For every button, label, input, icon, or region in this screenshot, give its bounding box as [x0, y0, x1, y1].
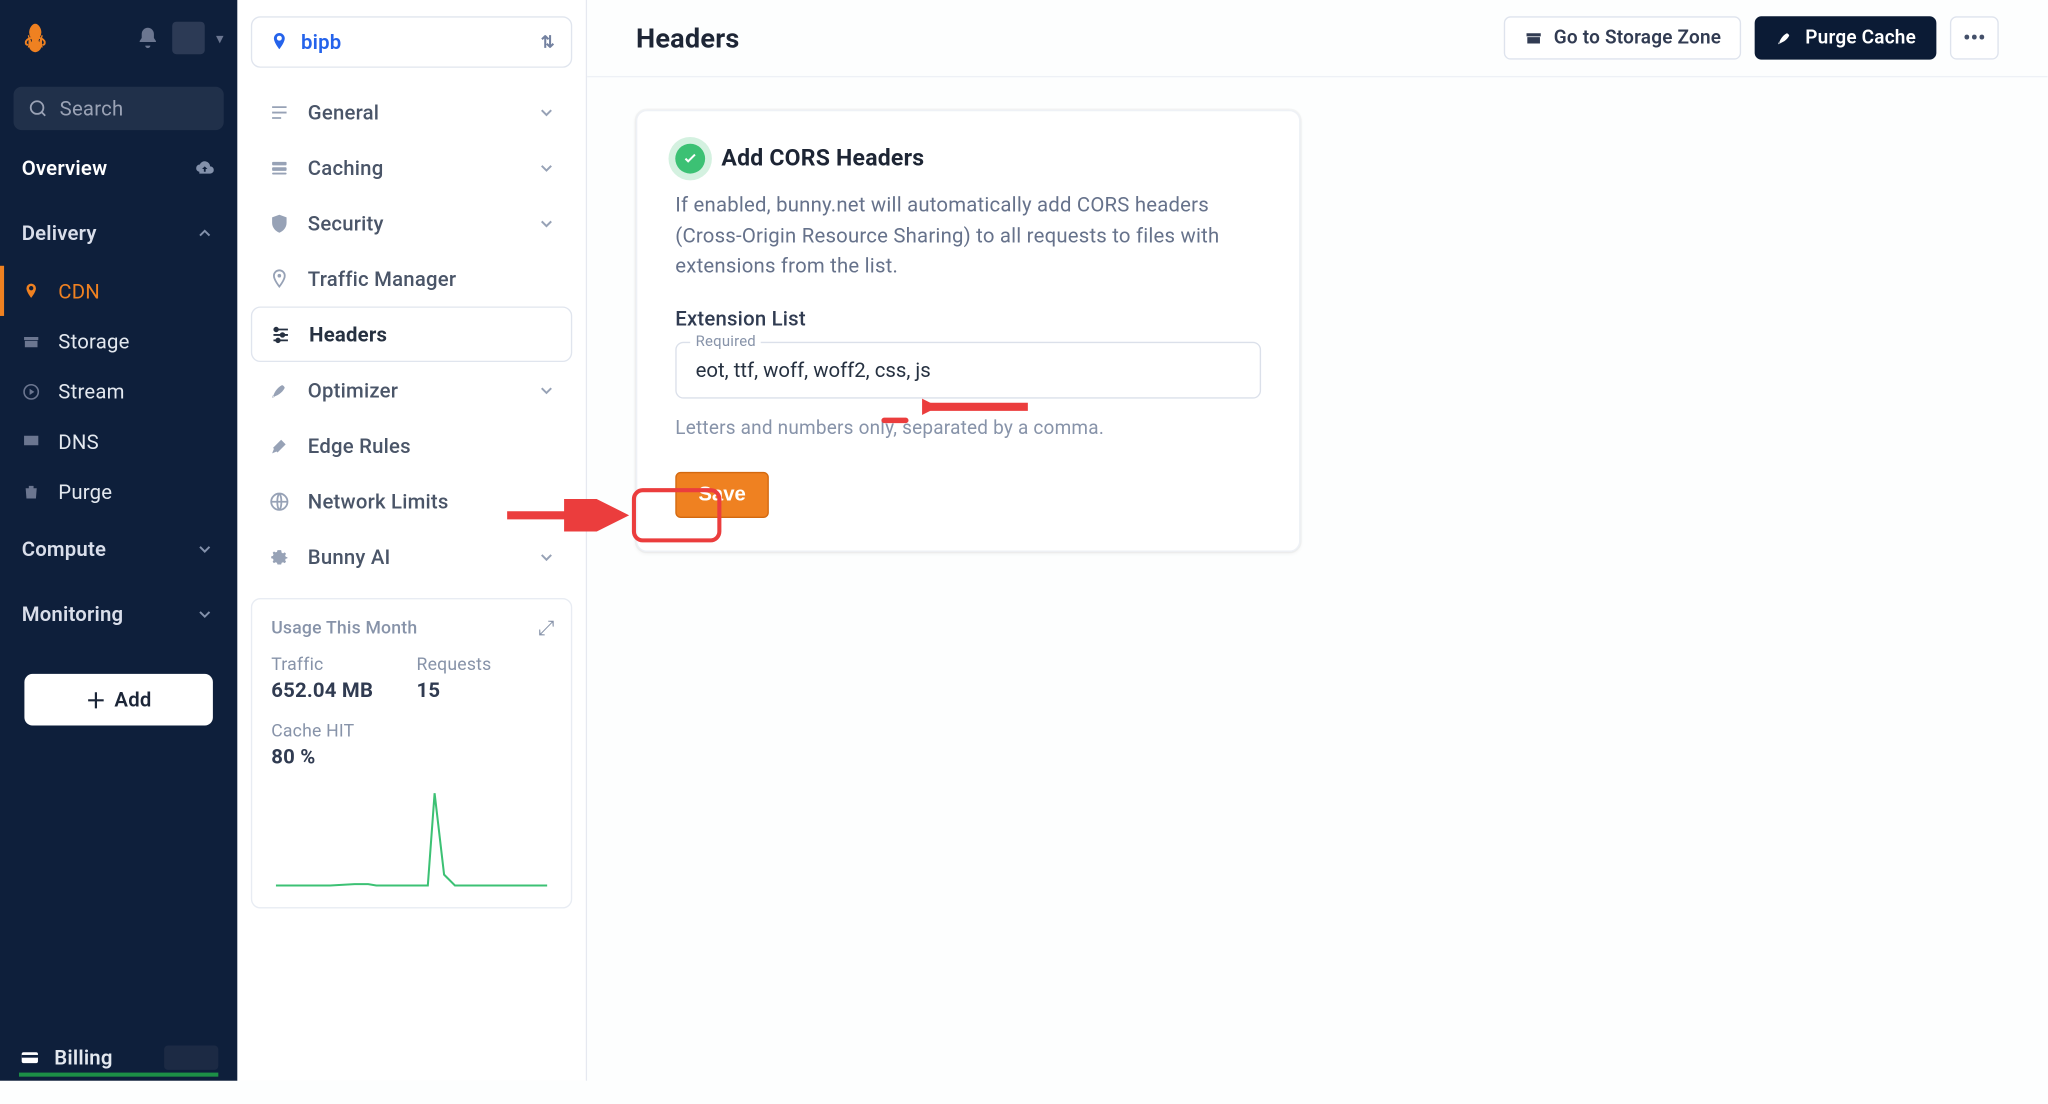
pin-outline-icon [267, 266, 291, 290]
more-menu-button[interactable]: ••• [1950, 16, 1999, 59]
avatar[interactable] [173, 22, 206, 55]
rocket-icon [1775, 28, 1794, 47]
updown-icon: ⇅ [541, 33, 555, 52]
pz-item-bunny-ai[interactable]: Bunny AI [251, 529, 572, 585]
usage-sparkline [271, 780, 552, 888]
gear-icon [267, 544, 291, 568]
usage-card: ⤢ Usage This Month Traffic 652.04 MB Req… [251, 598, 572, 909]
billing-meter [19, 1073, 218, 1077]
account-menu-chevron-icon[interactable]: ▾ [216, 29, 224, 47]
helper-text: Letters and numbers only, separated by a… [675, 417, 1261, 439]
box-icon [1524, 28, 1543, 47]
pullzone-select[interactable]: bipb ⇅ [251, 16, 572, 68]
nav-overview[interactable]: Overview [0, 136, 237, 201]
page-title: Headers [636, 22, 740, 55]
search-input[interactable]: Search [14, 87, 224, 130]
pz-item-optimizer[interactable]: Optimizer [251, 362, 572, 418]
chevron-down-icon [537, 102, 556, 121]
save-button[interactable]: Save [675, 471, 769, 517]
nav-monitoring[interactable]: Monitoring [0, 582, 237, 647]
plus-icon: ＋ [86, 685, 107, 713]
bell-icon[interactable] [135, 24, 162, 51]
pin-icon [20, 280, 42, 302]
play-icon [20, 380, 42, 402]
pz-item-traffic-manager[interactable]: Traffic Manager [251, 251, 572, 307]
left-nav: ▾ Search Overview Delivery CDN Storage S… [0, 0, 237, 1081]
card-icon [19, 1047, 41, 1069]
cloud-up-icon [194, 157, 216, 179]
pz-item-network-limits[interactable]: Network Limits [251, 473, 572, 529]
more-horiz-icon: ••• [1963, 26, 1986, 50]
card-description: If enabled, bunny.net will automatically… [675, 190, 1261, 282]
nav-delivery[interactable]: Delivery [0, 201, 237, 266]
trash-icon [20, 481, 42, 503]
chevron-down-icon [537, 547, 556, 566]
pullzone-sidebar: bipb ⇅ General Caching Security Traffic … [237, 0, 587, 1081]
chevron-up-icon [194, 222, 216, 244]
logo-icon [19, 22, 52, 55]
extension-list-label: Extension List [675, 306, 1261, 330]
monitor-icon [20, 431, 42, 453]
chevron-down-icon [194, 603, 216, 625]
box-icon [20, 330, 42, 352]
purge-cache-button[interactable]: Purge Cache [1755, 16, 1936, 59]
stack-icon [267, 155, 291, 179]
pz-item-security[interactable]: Security [251, 195, 572, 251]
left-nav-topbar: ▾ [0, 0, 237, 76]
chevron-down-icon [537, 214, 556, 233]
pz-item-general[interactable]: General [251, 84, 572, 140]
nav-item-purge[interactable]: Purge [0, 466, 237, 516]
main-area: Headers Go to Storage Zone Purge Cache •… [587, 0, 2047, 1081]
expand-icon[interactable]: ⤢ [538, 616, 554, 640]
chevron-down-icon [537, 380, 556, 399]
pz-item-headers[interactable]: Headers [251, 306, 572, 362]
lines-icon [267, 100, 291, 124]
headers-icon [268, 322, 292, 346]
card-title: Add CORS Headers [721, 145, 924, 172]
main-topbar: Headers Go to Storage Zone Purge Cache •… [587, 0, 2047, 77]
billing-balance-redacted [164, 1045, 218, 1069]
pz-item-caching[interactable]: Caching [251, 140, 572, 196]
tools-icon [267, 433, 291, 457]
usage-head: Usage This Month [271, 618, 552, 638]
chevron-down-icon [194, 538, 216, 560]
check-circle-icon [675, 144, 705, 174]
search-placeholder: Search [60, 96, 124, 120]
nav-item-dns[interactable]: DNS [0, 416, 237, 466]
float-label: Required [690, 332, 761, 350]
pz-item-edge-rules[interactable]: Edge Rules [251, 418, 572, 474]
extension-list-input[interactable] [693, 356, 1244, 383]
chevron-down-icon [537, 158, 556, 177]
pin-icon [268, 31, 290, 53]
cors-headers-card: Add CORS Headers If enabled, bunny.net w… [636, 110, 1300, 551]
globe-icon [267, 489, 291, 513]
nav-item-stream[interactable]: Stream [0, 366, 237, 416]
nav-compute[interactable]: Compute [0, 517, 237, 582]
extension-list-input-wrap: Required [675, 341, 1261, 398]
shield-icon [267, 211, 291, 235]
rocket-icon [267, 378, 291, 402]
add-button[interactable]: ＋ Add [24, 674, 212, 726]
storage-zone-button[interactable]: Go to Storage Zone [1504, 16, 1742, 59]
nav-item-cdn[interactable]: CDN [0, 266, 237, 316]
nav-item-storage[interactable]: Storage [0, 316, 237, 366]
